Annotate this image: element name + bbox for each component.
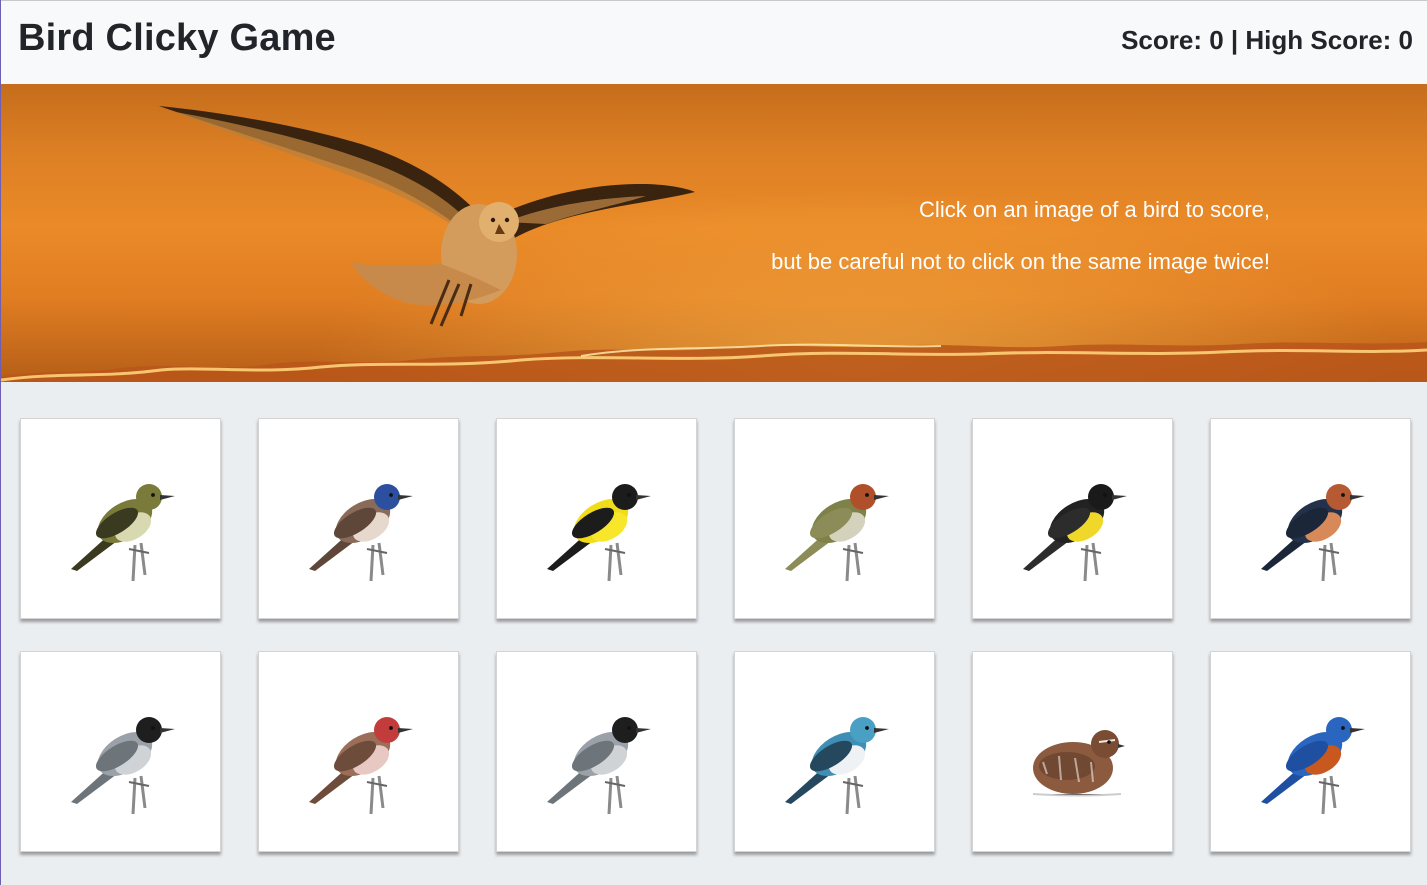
bird-card-blackcap[interactable]: [20, 651, 221, 852]
bird-image-bobwhite-quail: [1032, 729, 1125, 796]
bird-card-bluethroat[interactable]: [258, 418, 459, 619]
bird-card-eastern-wood-pewee[interactable]: [20, 418, 221, 619]
bird-image-cerulean-warbler: [784, 716, 889, 814]
bird-card-blackcap-2[interactable]: [496, 651, 697, 852]
bird-image-blackcap-2: [546, 716, 651, 814]
bird-image-bluethroat: [308, 483, 413, 581]
bird-card-common-rosefinch[interactable]: [258, 651, 459, 852]
score-display: Score: 0 | High Score: 0: [1121, 25, 1413, 55]
bird-card-grid: [20, 418, 1411, 852]
bird-image-bananaquit: [1022, 483, 1127, 581]
bird-image-rufous-capped-sparrow: [784, 483, 889, 581]
bird-image-common-rosefinch: [308, 716, 413, 814]
bird-card-american-goldfinch[interactable]: [496, 418, 697, 619]
bird-card-bobwhite-quail[interactable]: [972, 651, 1173, 852]
bird-image-eastern-bluebird: [1260, 716, 1365, 814]
bird-image-blackcap: [70, 716, 175, 814]
bird-card-bananaquit[interactable]: [972, 418, 1173, 619]
bird-card-rufous-capped-sparrow[interactable]: [734, 418, 935, 619]
navbar: Bird Clicky Game Score: 0 | High Score: …: [1, 0, 1427, 84]
bird-image-barn-swallow: [1260, 483, 1365, 581]
instruction-line-1: Click on an image of a bird to score,: [919, 197, 1270, 222]
hero-banner: Click on an image of a bird to score, bu…: [1, 84, 1427, 382]
hero-instructions: Click on an image of a bird to score, bu…: [771, 184, 1270, 288]
bird-card-eastern-bluebird[interactable]: [1210, 651, 1411, 852]
bird-card-cerulean-warbler[interactable]: [734, 651, 935, 852]
app-title[interactable]: Bird Clicky Game: [18, 17, 336, 60]
instruction-line-2: but be careful not to click on the same …: [771, 249, 1270, 274]
bird-image-american-goldfinch: [546, 483, 651, 581]
bird-image-eastern-wood-pewee: [70, 483, 175, 581]
bird-card-barn-swallow[interactable]: [1210, 418, 1411, 619]
